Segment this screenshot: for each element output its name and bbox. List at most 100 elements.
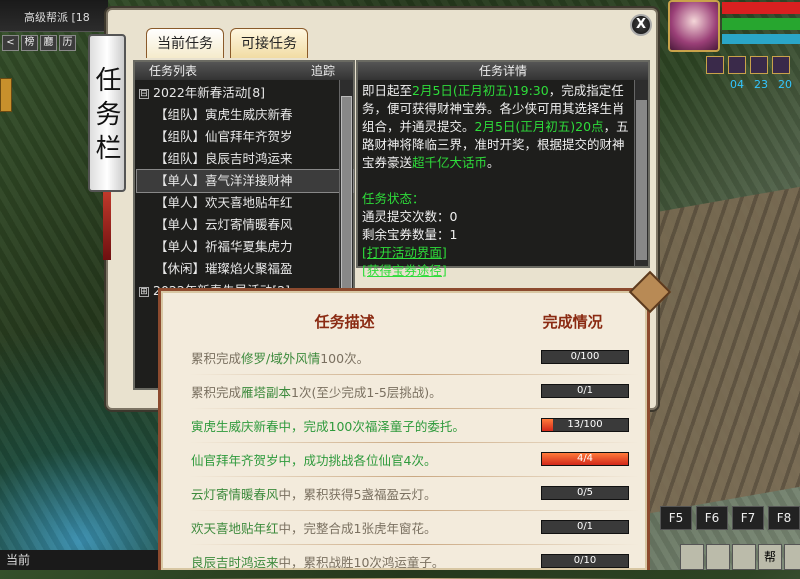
desc-highlight: 寅虎生威庆新春 xyxy=(191,418,279,434)
close-button[interactable]: X xyxy=(630,14,652,36)
progress-text: 0/1 xyxy=(576,521,594,532)
row-divider xyxy=(189,442,639,443)
list-item[interactable]: 【休闲】璀璨焰火聚福盈 xyxy=(137,258,353,280)
progress-row: 寅虎生威庆新春中，完成100次福泽童子的委托。 13/100 xyxy=(191,415,641,435)
buff-icon[interactable] xyxy=(706,56,724,74)
ticket-count: 剩余宝券数量：1 xyxy=(362,227,458,242)
row-divider xyxy=(189,544,639,545)
detail-reward: 超千亿大话币 xyxy=(412,155,488,170)
list-item-selected[interactable]: 【单人】喜气洋洋接财神 xyxy=(136,169,354,193)
desc-highlight: 修罗/域外风情 xyxy=(241,350,321,366)
progress-row: 累积完成雁塔副本1次(至少完成1-5层挑战)。 0/1 xyxy=(191,381,641,401)
desc-highlight: 良辰吉时鸿运来 xyxy=(191,554,279,570)
hp-bar xyxy=(722,2,800,14)
timer: 04 xyxy=(730,78,744,91)
list-item[interactable]: 【单人】欢天喜地贴年红 xyxy=(137,192,353,214)
desc-highlight: 欢天喜地贴年红 xyxy=(191,520,279,536)
list-item[interactable]: 【单人】祈福华夏集虎力 xyxy=(137,236,353,258)
menu-icon[interactable] xyxy=(680,544,704,570)
timer: 23 xyxy=(754,78,768,91)
desc-text: 中，累积获得5盏福盈云灯。 xyxy=(278,486,437,502)
progress-bar: 0/1 xyxy=(541,384,629,398)
mp-bar xyxy=(722,18,800,30)
track-label: 追踪 xyxy=(310,64,335,78)
progress-text: 0/1 xyxy=(576,385,594,396)
scroll-thumb[interactable] xyxy=(341,96,352,296)
list-item[interactable]: 【组队】良辰吉时鸿运来 xyxy=(137,148,353,170)
row-divider xyxy=(189,476,639,477)
progress-bar: 0/5 xyxy=(541,486,629,500)
hotkey-f5[interactable]: F5 xyxy=(660,506,692,530)
tassel-decor xyxy=(103,192,111,260)
row-divider xyxy=(189,374,639,375)
task-group[interactable]: ⊟ 2022年新春活动[8] xyxy=(137,82,353,104)
menu-icon[interactable] xyxy=(706,544,730,570)
menu-icon[interactable] xyxy=(784,544,800,570)
row-divider xyxy=(189,510,639,511)
expand-arrow[interactable] xyxy=(0,78,12,112)
hotkey-f8[interactable]: F8 xyxy=(768,506,800,530)
hotkey-f7[interactable]: F7 xyxy=(732,506,764,530)
hotkeys: F5 F6 F7 F8 xyxy=(660,506,800,530)
buff-icons xyxy=(706,56,790,74)
desc-text: 中，完整合成1张虎年窗花。 xyxy=(278,520,437,536)
desc-highlight: 仙官拜年齐贺岁 xyxy=(191,452,279,468)
avatar[interactable] xyxy=(668,0,720,52)
progress-text: 0/100 xyxy=(570,351,600,362)
hotkey-f6[interactable]: F6 xyxy=(696,506,728,530)
menu-icon[interactable] xyxy=(732,544,756,570)
task-details: 任务详情 即日起至2月5日(正月初五)19:30，完成指定任务，便可获得财神宝券… xyxy=(356,60,650,278)
desc-text: 中，累积战胜10次鸿运童子。 xyxy=(278,554,445,570)
guild-icon[interactable]: 帮 xyxy=(758,544,782,570)
group-label: 2022年新春活动[8] xyxy=(153,85,266,100)
submit-count: 通灵提交次数：0 xyxy=(362,209,458,224)
collapse-icon[interactable]: ⊟ xyxy=(139,88,149,99)
rank-button[interactable]: 榜 xyxy=(21,35,38,51)
share-button[interactable]: < xyxy=(2,35,19,51)
progress-bar: 0/100 xyxy=(541,350,629,364)
chat-channel[interactable]: 当前 xyxy=(0,550,158,570)
list-header-label: 任务列表 xyxy=(149,64,198,78)
list-item[interactable]: 【单人】云灯寄情暖春风 xyxy=(137,214,353,236)
tab-current-tasks[interactable]: 当前任务 xyxy=(146,28,224,58)
desc-highlight: 云灯寄情暖春风 xyxy=(191,486,279,502)
progress-text: 13/100 xyxy=(567,419,603,430)
progress-text: 4/4 xyxy=(576,453,594,464)
bottom-icons: 帮 xyxy=(680,544,800,570)
desc-text: 中，完成100次福泽童子的委托。 xyxy=(278,418,465,434)
expand-icon[interactable]: ⊞ xyxy=(139,286,149,297)
status-label: 任务状态： xyxy=(362,191,425,206)
timer: 20 xyxy=(778,78,792,91)
list-item[interactable]: 【组队】仙官拜年齐贺岁 xyxy=(137,126,353,148)
desc-text: 100次。 xyxy=(320,350,370,366)
progress-row: 仙官拜年齐贺岁中，成功挑战各位仙官4次。 4/4 xyxy=(191,449,641,469)
desc-text: 中，成功挑战各位仙官4次。 xyxy=(278,452,437,468)
desc-text: 1次(至少完成1-5层挑战)。 xyxy=(291,384,442,400)
detail-text: 即日起至 xyxy=(362,83,413,98)
tool-row: < 榜 廳 历 xyxy=(2,35,76,51)
progress-fill xyxy=(542,419,554,431)
buff-icon[interactable] xyxy=(772,56,790,74)
open-activity-link[interactable]: [打开活动界面] xyxy=(362,244,630,262)
detail-text: 。 xyxy=(487,155,500,170)
progress-row: 良辰吉时鸿运来中，累积战胜10次鸿运童子。 0/10 xyxy=(191,551,641,571)
buff-timers: 04 23 20 xyxy=(730,78,792,91)
details-header: 任务详情 xyxy=(358,62,648,80)
task-desc: 仙官拜年齐贺岁中，成功挑战各位仙官4次。 xyxy=(191,450,541,469)
list-item[interactable]: 【组队】寅虎生威庆新春 xyxy=(137,104,353,126)
scroll-thumb[interactable] xyxy=(636,100,647,260)
hall-button[interactable]: 廳 xyxy=(40,35,57,51)
task-desc: 欢天喜地贴年红中，完整合成1张虎年窗花。 xyxy=(191,518,541,537)
task-desc: 累积完成修罗/域外风情100次。 xyxy=(191,348,541,367)
desc-text: 累积完成 xyxy=(191,384,242,400)
sp-bar xyxy=(722,34,800,44)
detail-date: 2月5日(正月初五)19:30 xyxy=(412,83,549,98)
buff-icon[interactable] xyxy=(750,56,768,74)
get-ticket-link[interactable]: [获得宝券途径] xyxy=(362,262,630,280)
list-header: 任务列表 追踪 xyxy=(135,62,353,80)
buff-icon[interactable] xyxy=(728,56,746,74)
details-scrollbar[interactable] xyxy=(634,80,648,266)
row-divider xyxy=(189,408,639,409)
tab-available-tasks[interactable]: 可接任务 xyxy=(230,28,308,58)
history-button[interactable]: 历 xyxy=(59,35,76,51)
